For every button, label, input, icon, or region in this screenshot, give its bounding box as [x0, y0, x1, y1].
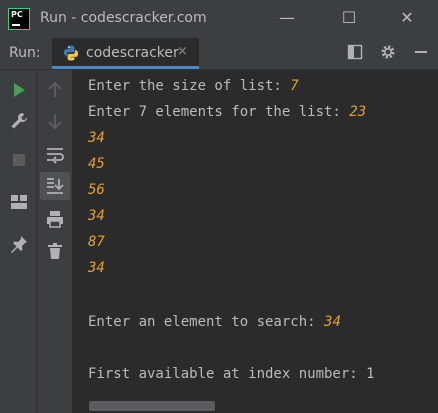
user-input: 56 — [88, 182, 105, 198]
minimize-button[interactable]: — — [264, 0, 310, 38]
gear-icon[interactable] — [380, 44, 396, 64]
console-line: 56 — [88, 182, 105, 198]
user-input: 34 — [88, 208, 105, 224]
wrench-icon[interactable] — [8, 110, 30, 132]
layout-icon[interactable] — [347, 44, 363, 64]
console-line: 34 — [88, 130, 105, 146]
maximize-button[interactable]: ☐ — [326, 0, 372, 38]
restore-layout-icon[interactable] — [8, 191, 30, 213]
console-line: First available at index number: 1 — [88, 366, 375, 382]
trash-icon[interactable] — [44, 240, 66, 262]
console-line: Enter an element to search: 34 — [88, 314, 341, 330]
horizontal-scrollbar[interactable] — [89, 401, 215, 411]
arrow-down-icon[interactable] — [44, 110, 66, 132]
soft-wrap-icon[interactable] — [44, 144, 66, 166]
console-line: 87 — [88, 234, 105, 250]
console-line: 34 — [88, 208, 105, 224]
scroll-to-end-toggle[interactable] — [40, 172, 70, 200]
pycharm-logo-icon: PC — [8, 8, 30, 30]
close-button[interactable]: ✕ — [384, 0, 430, 38]
user-input: 34 — [88, 260, 105, 276]
console-output[interactable]: Enter the size of list: 7 Enter 7 elemen… — [73, 70, 438, 413]
title-bar: PC Run - codescracker.com — ☐ ✕ — [0, 0, 438, 38]
console-line: 45 — [88, 156, 105, 172]
user-input: 34 — [88, 130, 105, 146]
pin-icon[interactable] — [8, 233, 30, 255]
run-toolwindow-header: Run: codescracker × — [0, 38, 438, 70]
user-input: 23 — [349, 104, 367, 120]
hide-panel-icon[interactable] — [413, 44, 429, 64]
stop-icon[interactable] — [8, 149, 30, 171]
user-input: 7 — [290, 78, 299, 94]
console-line: 34 — [88, 260, 105, 276]
console-line: Enter the size of list: 7 — [88, 78, 299, 94]
user-input: 45 — [88, 156, 105, 172]
python-icon — [64, 45, 78, 61]
tab-codescracker[interactable]: codescracker × — [52, 38, 199, 69]
user-input: 87 — [88, 234, 105, 250]
run-label: Run: — [9, 45, 41, 61]
arrow-up-icon[interactable] — [44, 79, 66, 101]
user-input: 34 — [324, 314, 341, 330]
print-icon[interactable] — [44, 208, 66, 230]
tab-close-button[interactable]: × — [177, 44, 188, 59]
logo-text: PC — [11, 10, 23, 19]
tab-label: codescracker — [86, 45, 179, 61]
rerun-icon[interactable] — [8, 79, 30, 101]
scroll-to-end-icon — [47, 178, 64, 194]
left-toolbar — [0, 70, 37, 413]
console-toolbar — [37, 70, 73, 413]
window-title: Run - codescracker.com — [40, 10, 207, 26]
console-line: Enter 7 elements for the list: 23 — [88, 104, 367, 120]
